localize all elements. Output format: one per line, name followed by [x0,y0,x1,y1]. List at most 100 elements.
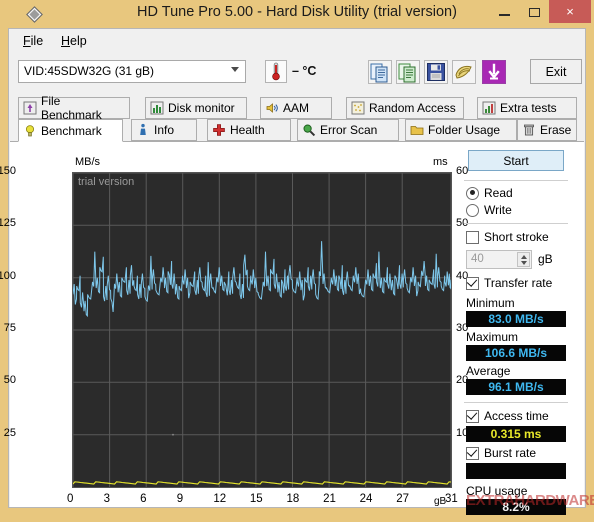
tab-aam[interactable]: AAM [260,97,332,119]
extra-tests-icon [482,101,496,115]
divider-1 [464,180,568,181]
access-time-value: 0.315 ms [466,426,566,442]
maximize-icon [528,7,540,17]
copy-to-excel-icon[interactable] [396,60,420,84]
chart-svg [73,173,451,487]
x-tick-15: 15 [249,493,263,505]
average-label: Average [466,364,511,378]
copy-to-clipboard-icon[interactable] [368,60,392,84]
menu-help[interactable]: Help [55,33,93,49]
toolbar: VID:45SDW32G (31 gB) – °C Exit [9,53,585,95]
x-axis-unit: gB [434,496,447,507]
tab-random-access-label: Random Access [369,101,456,115]
maximum-label: Maximum [466,330,519,344]
x-tick-0: 0 [67,493,74,505]
tab-error-scan[interactable]: Error Scan [297,119,399,141]
thermometer-icon [265,60,287,83]
exit-button[interactable]: Exit [530,59,582,84]
tab-disk-monitor[interactable]: Disk monitor [145,97,247,119]
x-tick-27: 27 [396,493,410,505]
tab-error-scan-label: Error Scan [320,123,378,137]
tab-row-primary: Benchmark Info Health Error Scan Folder … [9,119,585,142]
error-scan-magnifier-icon [302,123,316,137]
checkbox-burst-rate[interactable]: Burst rate [466,446,536,460]
tab-erase[interactable]: Erase [517,119,577,141]
tab-info-label: Info [154,123,175,137]
menu-bar: File Help [9,29,585,53]
radio-read[interactable]: Read [466,186,513,200]
divider-2 [464,223,568,224]
x-tick-21: 21 [323,493,336,505]
divider-3 [464,402,568,403]
maximize-button[interactable] [520,0,548,24]
erase-trash-icon [522,123,536,137]
info-icon [136,123,150,137]
benchmark-chart: MB/s ms trial version 25 50 75 100 125 150 10… [0,152,468,512]
checkbox-transfer-rate[interactable]: Transfer rate [466,276,552,290]
radio-write-icon [466,203,479,217]
chevron-up-icon[interactable] [521,255,527,259]
close-button[interactable]: × [549,0,591,23]
x-tick-18: 18 [286,493,300,505]
tab-aam-label: AAM [283,101,310,115]
minimum-value: 83.0 MB/s [466,311,566,327]
benchmark-bulb-icon [23,124,37,138]
y-tick-150: 150 [0,165,16,177]
tab-random-access[interactable]: Random Access [346,97,464,119]
y-tick-100: 100 [0,269,16,282]
exit-button-label: Exit [545,64,567,79]
y-axis-label: MB/s [75,156,101,168]
access-time-checkbox-icon [466,409,479,423]
minimize-button[interactable] [490,0,518,24]
burst-rate-checkbox-icon [466,446,479,460]
download-icon[interactable] [482,60,506,84]
x-tick-31: 31 [445,493,458,505]
short-stroke-label: Short stroke [484,230,549,244]
radio-read-icon [466,186,479,200]
burst-rate-value [466,463,566,479]
tab-disk-monitor-label: Disk monitor [168,101,235,115]
tab-extra-tests[interactable]: Extra tests [477,97,577,119]
stepper-buttons[interactable] [517,252,530,267]
drive-select-value: VID:45SDW32G (31 gB) [24,64,155,78]
checkbox-short-stroke[interactable]: Short stroke [466,230,549,244]
tab-extra-tests-label: Extra tests [500,101,557,115]
start-button[interactable]: Start [468,150,564,171]
checkbox-access-time[interactable]: Access time [466,409,549,423]
menu-file-label: ile [30,34,44,48]
tab-row-secondary: File Benchmark Disk monitor AAM Random A… [9,94,585,122]
tab-file-benchmark[interactable]: File Benchmark [18,94,130,122]
y-tick-125: 125 [0,217,16,230]
tab-folder-usage[interactable]: Folder Usage [405,119,517,141]
drive-select[interactable]: VID:45SDW32G (31 gB) [18,60,246,83]
access-time-label: Access time [484,409,549,423]
file-benchmark-icon [23,101,37,115]
site-watermark: EXTRAHARDWARE [466,492,594,509]
tab-health-label: Health [230,123,265,137]
radio-read-label: Read [484,186,513,200]
radio-write[interactable]: Write [466,203,512,217]
menu-help-accel: H [61,34,71,48]
tab-folder-usage-label: Folder Usage [428,123,501,137]
minimize-icon [498,14,510,16]
chevron-down-icon[interactable] [521,261,527,265]
x-tick-3: 3 [103,493,110,505]
tab-info[interactable]: Info [131,119,197,141]
average-value: 96.1 MB/s [466,379,566,395]
x-tick-6: 6 [140,493,147,505]
menu-file[interactable]: File [17,33,49,49]
tab-erase-label: Erase [540,123,572,137]
transfer-rate-label: Transfer rate [484,276,553,290]
tab-health[interactable]: Health [207,119,291,141]
tab-benchmark[interactable]: Benchmark [18,119,123,142]
close-icon: × [566,4,574,19]
burst-rate-label: Burst rate [484,446,537,460]
save-icon[interactable] [424,60,448,84]
transfer-rate-checkbox-icon [466,276,479,290]
short-stroke-stepper[interactable]: 40 [466,250,532,269]
health-cross-icon [212,123,226,137]
screenshot-icon[interactable] [452,60,476,84]
short-stroke-value: 40 [471,253,484,265]
short-stroke-unit: gB [538,252,553,266]
folder-usage-icon [410,123,424,137]
